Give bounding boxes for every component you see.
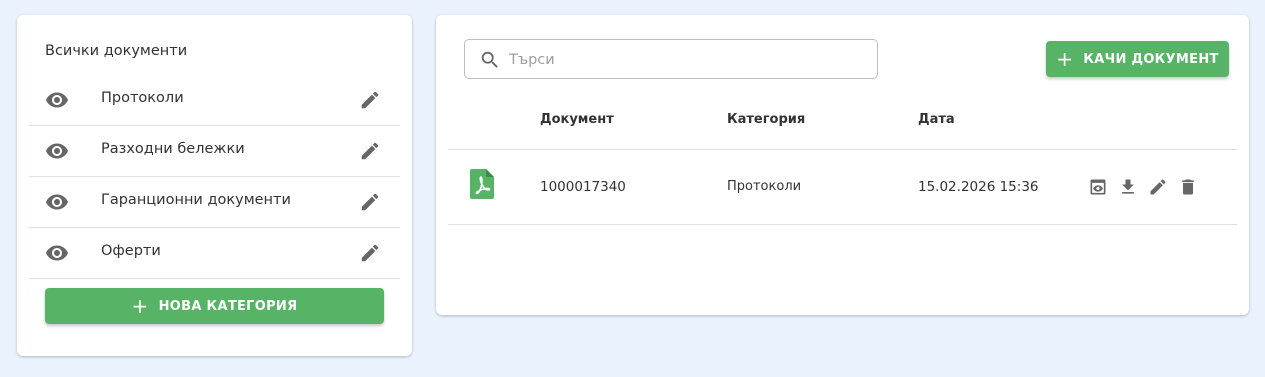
column-header-document[interactable]: Документ bbox=[540, 112, 614, 127]
new-category-label: НОВА КАТЕГОРИЯ bbox=[158, 298, 298, 314]
category-cell: Протоколи bbox=[727, 179, 802, 194]
search-icon bbox=[481, 51, 498, 68]
new-category-button[interactable]: + НОВА КАТЕГОРИЯ bbox=[45, 288, 384, 324]
preview-icon[interactable] bbox=[1088, 177, 1108, 197]
header-divider bbox=[448, 149, 1237, 150]
pencil-icon[interactable] bbox=[359, 140, 381, 162]
pdf-icon bbox=[470, 169, 494, 199]
categories-panel: Всички документи Протоколи Разходни беле… bbox=[17, 15, 412, 356]
search-box[interactable] bbox=[464, 39, 878, 79]
eye-icon[interactable] bbox=[45, 139, 69, 163]
eye-icon[interactable] bbox=[45, 241, 69, 265]
category-label: Оферти bbox=[101, 243, 161, 259]
download-icon[interactable] bbox=[1118, 177, 1138, 197]
column-header-date[interactable]: Дата bbox=[918, 112, 955, 127]
document-cell: 1000017340 bbox=[540, 179, 626, 195]
date-cell: 15.02.2026 15:36 bbox=[918, 179, 1039, 195]
plus-icon: + bbox=[1056, 47, 1074, 71]
eye-icon[interactable] bbox=[45, 88, 69, 112]
category-label: Протоколи bbox=[101, 90, 184, 106]
category-label: Разходни бележки bbox=[101, 141, 245, 157]
category-item-warranty-documents[interactable]: Гаранционни документи bbox=[29, 177, 400, 228]
category-item-offers[interactable]: Оферти bbox=[29, 228, 400, 279]
delete-icon[interactable] bbox=[1178, 177, 1198, 197]
category-label: Гаранционни документи bbox=[101, 192, 291, 208]
pencil-icon[interactable] bbox=[359, 191, 381, 213]
upload-document-button[interactable]: + КАЧИ ДОКУМЕНТ bbox=[1046, 41, 1229, 77]
pencil-icon[interactable] bbox=[1148, 177, 1168, 197]
plus-icon: + bbox=[131, 294, 149, 318]
row-divider bbox=[448, 224, 1237, 225]
documents-panel: + КАЧИ ДОКУМЕНТ Документ Категория Дата … bbox=[436, 15, 1249, 315]
column-header-category[interactable]: Категория bbox=[727, 112, 805, 127]
pencil-icon[interactable] bbox=[359, 89, 381, 111]
category-list: Протоколи Разходни бележки Гаранционни д… bbox=[29, 75, 400, 279]
category-item-expense-receipts[interactable]: Разходни бележки bbox=[29, 126, 400, 177]
all-documents-title[interactable]: Всички документи bbox=[45, 43, 187, 59]
search-input[interactable] bbox=[509, 48, 859, 72]
upload-document-label: КАЧИ ДОКУМЕНТ bbox=[1083, 51, 1219, 67]
category-item-protocols[interactable]: Протоколи bbox=[29, 75, 400, 126]
pencil-icon[interactable] bbox=[359, 242, 381, 264]
eye-icon[interactable] bbox=[45, 190, 69, 214]
